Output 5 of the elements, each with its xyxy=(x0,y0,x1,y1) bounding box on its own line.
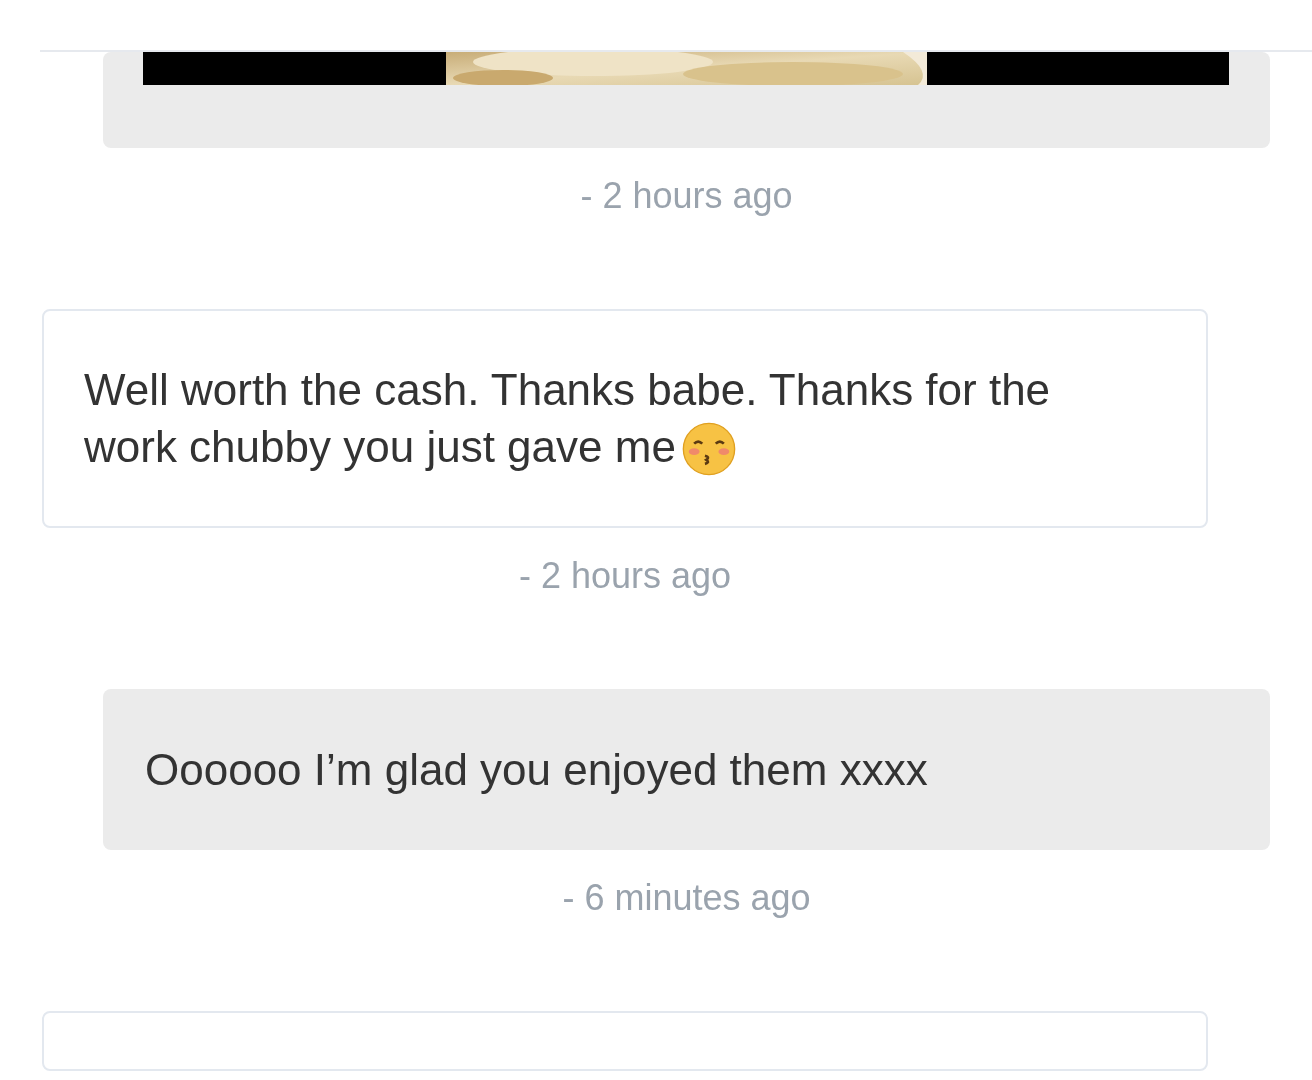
timestamp: - 6 minutes ago xyxy=(561,878,812,918)
timestamp: - 2 hours ago xyxy=(517,556,733,596)
timestamp: - 2 hours ago xyxy=(579,176,794,216)
message-text: Well worth the cash. Thanks babe. Thanks for the work chubby you just gave me xyxy=(84,365,1051,471)
message-text: Oooooo I’m glad you enjoyed them xxxx xyxy=(145,745,928,794)
